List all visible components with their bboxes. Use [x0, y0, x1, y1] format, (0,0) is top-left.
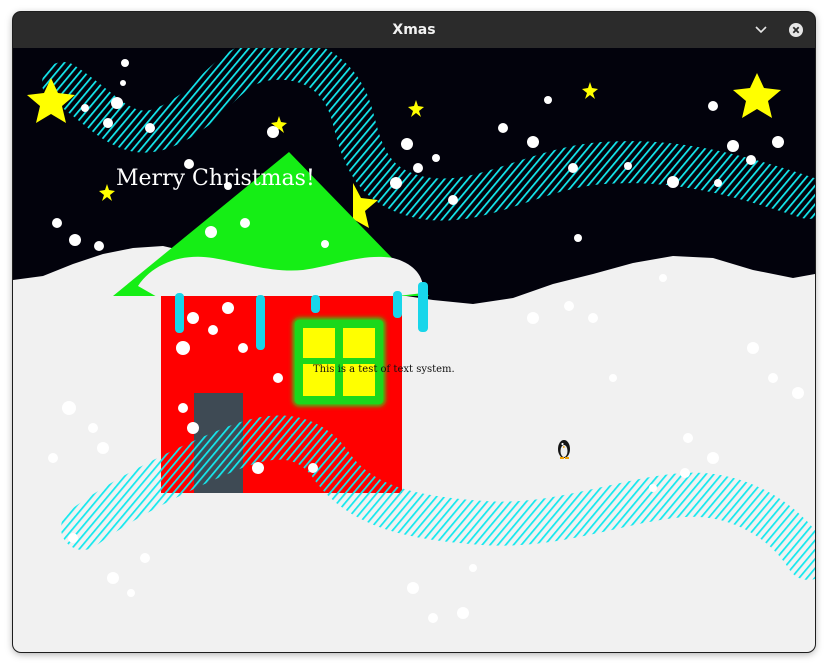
greeting-text: Merry Christmas! [116, 166, 315, 191]
app-window: Xmas Merry Christmas! This is a test of … [13, 12, 815, 652]
window-title: Xmas [392, 22, 436, 38]
title-bar[interactable]: Xmas [13, 12, 815, 48]
house-window [293, 318, 385, 406]
close-icon [789, 23, 803, 37]
close-button[interactable] [786, 20, 806, 40]
minimize-button[interactable] [751, 20, 771, 40]
chevron-down-icon [755, 26, 767, 34]
test-text: This is a test of text system. [313, 364, 455, 375]
game-canvas[interactable]: Merry Christmas! This is a test of text … [13, 48, 815, 652]
